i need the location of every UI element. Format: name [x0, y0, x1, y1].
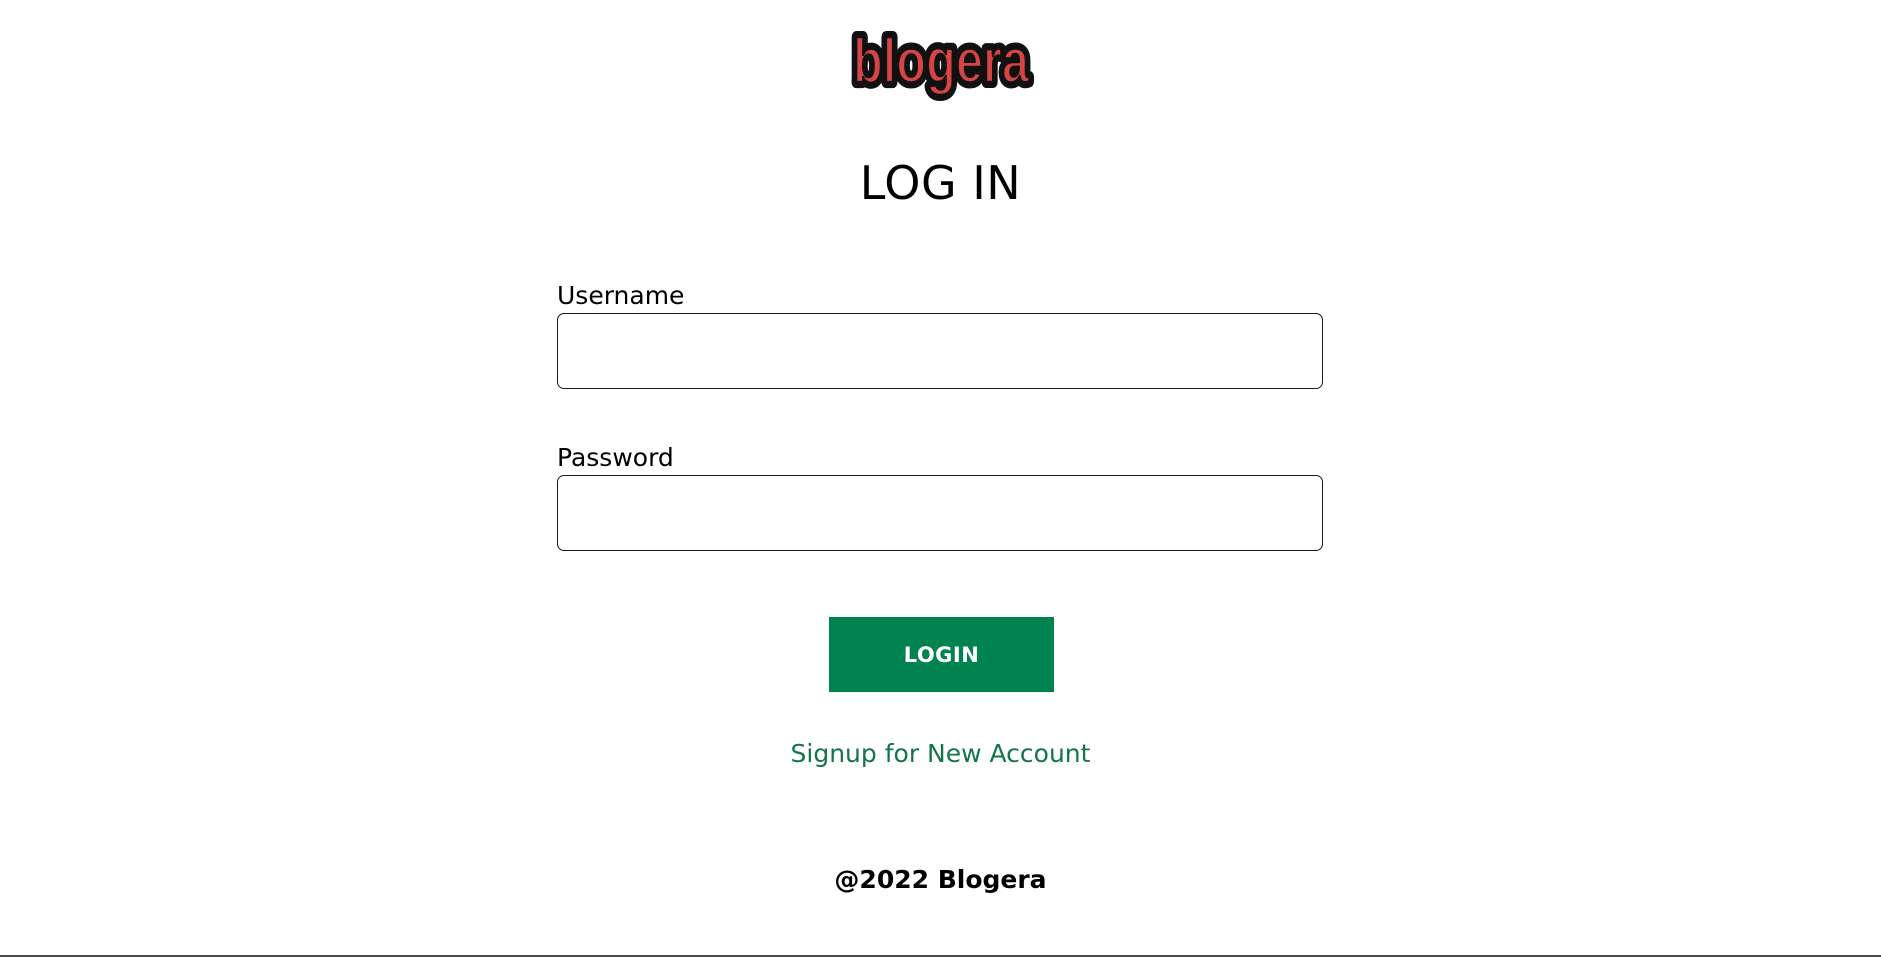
footer-copyright: @2022 Blogera	[834, 865, 1047, 894]
username-input[interactable]	[557, 313, 1323, 389]
page-title: LOG IN	[859, 156, 1022, 210]
password-label: Password	[557, 443, 674, 472]
svg-text:blogera: blogera	[853, 27, 1029, 96]
signup-link[interactable]: Signup for New Account	[791, 739, 1091, 768]
login-button[interactable]: LOGIN	[829, 617, 1054, 692]
blogera-logo[interactable]: blogera blogera	[847, 18, 1035, 104]
logo-graphic: blogera blogera	[847, 21, 1035, 102]
signup-link-container: Signup for New Account	[0, 739, 1881, 769]
password-input[interactable]	[557, 475, 1323, 551]
login-page: blogera blogera LOG IN Username Password…	[0, 0, 1881, 957]
username-label: Username	[557, 281, 685, 310]
